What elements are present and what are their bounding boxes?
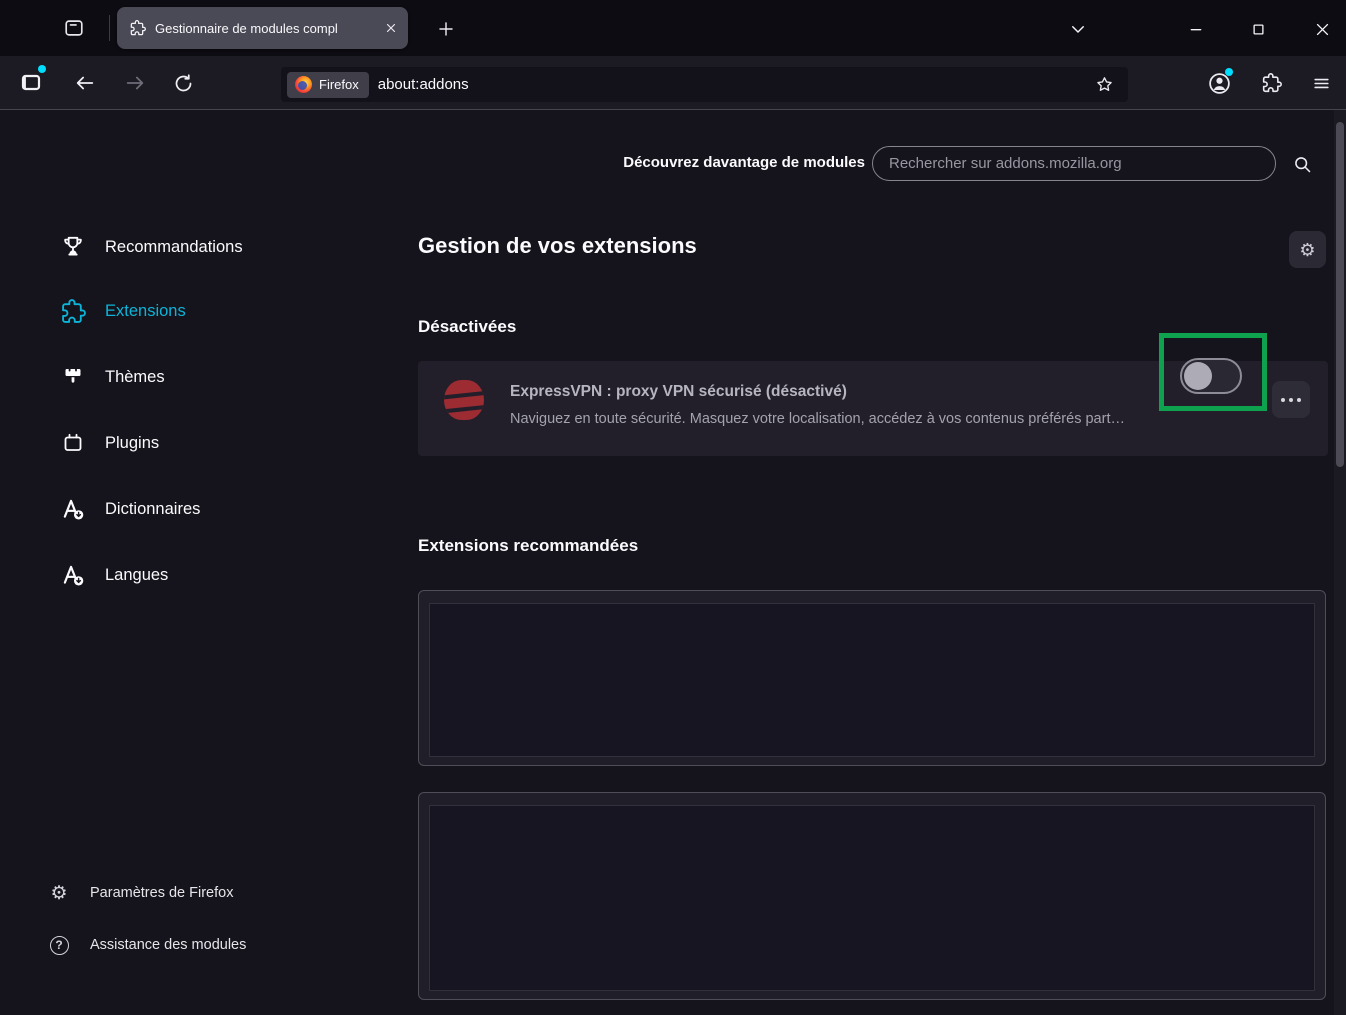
sidebar-item-label: Plugins bbox=[105, 434, 159, 453]
bookmark-star-icon[interactable] bbox=[1095, 75, 1114, 94]
sidebar-item-addons-support[interactable]: ? Assistance des modules bbox=[48, 931, 388, 959]
tools-for-all-addons-button[interactable]: ⚙ bbox=[1289, 231, 1326, 268]
url-bar[interactable]: Firefox about:addons bbox=[281, 67, 1128, 102]
back-button[interactable] bbox=[72, 70, 98, 96]
page-title: Gestion de vos extensions bbox=[418, 233, 697, 259]
reload-button[interactable] bbox=[170, 70, 196, 96]
sidebar-item-languages[interactable]: Langues bbox=[40, 555, 390, 595]
url-text: about:addons bbox=[378, 76, 1095, 93]
discover-addons-label: Découvrez davantage de modules bbox=[500, 154, 865, 171]
sidebar-item-label: Thèmes bbox=[105, 368, 165, 387]
tab-bar: Gestionnaire de modules compl bbox=[0, 0, 1346, 56]
gear-icon: ⚙ bbox=[1299, 241, 1315, 259]
extension-description: Naviguez en toute sécurité. Masquez votr… bbox=[510, 411, 1305, 427]
minimize-button[interactable] bbox=[1184, 17, 1208, 41]
sidebar-footer-label: Assistance des modules bbox=[90, 937, 246, 953]
tab-title: Gestionnaire de modules compl bbox=[155, 21, 378, 36]
account-notification-dot bbox=[1225, 68, 1233, 76]
close-window-button[interactable] bbox=[1310, 17, 1334, 41]
scrollbar-thumb[interactable] bbox=[1336, 122, 1344, 467]
puzzle-icon bbox=[130, 20, 146, 36]
list-all-tabs-icon[interactable] bbox=[1066, 17, 1090, 41]
firefox-logo-icon bbox=[295, 76, 312, 93]
recommended-addon-placeholder-2 bbox=[418, 792, 1326, 1000]
disabled-section-header: Désactivées bbox=[418, 317, 516, 337]
sidebar-item-label: Recommandations bbox=[105, 238, 243, 257]
more-options-button[interactable] bbox=[1272, 381, 1310, 418]
sidebar-item-themes[interactable]: Thèmes bbox=[40, 357, 390, 397]
search-engine-label: Firefox bbox=[319, 77, 359, 92]
profile-notification-dot bbox=[38, 65, 46, 73]
recommended-addon-placeholder-1 bbox=[418, 590, 1326, 766]
sidebar-item-firefox-settings[interactable]: ⚙ Paramètres de Firefox bbox=[48, 879, 388, 907]
annotation-highlight-rectangle bbox=[1159, 333, 1267, 411]
language-icon bbox=[58, 560, 88, 590]
paintbrush-icon bbox=[58, 362, 88, 392]
search-engine-chip[interactable]: Firefox bbox=[287, 72, 369, 98]
dictionary-icon bbox=[58, 494, 88, 524]
sidebar-item-recommendations[interactable]: Recommandations bbox=[40, 227, 390, 267]
new-tab-button[interactable] bbox=[434, 17, 458, 41]
addons-search-input[interactable] bbox=[872, 146, 1276, 181]
sidebar-item-label: Extensions bbox=[105, 302, 186, 321]
firefox-view-icon[interactable] bbox=[62, 16, 86, 40]
forward-button[interactable] bbox=[122, 70, 148, 96]
sidebar-item-label: Dictionnaires bbox=[105, 500, 200, 519]
trophy-icon bbox=[58, 232, 88, 262]
active-tab[interactable]: Gestionnaire de modules compl bbox=[117, 7, 408, 49]
plug-icon bbox=[58, 428, 88, 458]
browser-window: Gestionnaire de modules compl bbox=[0, 0, 1346, 1015]
menu-hamburger-icon[interactable] bbox=[1308, 70, 1334, 96]
sidebar-item-plugins[interactable]: Plugins bbox=[40, 423, 390, 463]
help-icon: ? bbox=[48, 934, 70, 956]
profile-icon[interactable] bbox=[16, 67, 46, 97]
sidebar-item-dictionaries[interactable]: Dictionnaires bbox=[40, 489, 390, 529]
search-icon[interactable] bbox=[1290, 152, 1314, 176]
addons-manager-page: Découvrez davantage de modules Recomma bbox=[0, 110, 1346, 1015]
sidebar-footer-label: Paramètres de Firefox bbox=[90, 885, 233, 901]
tab-close-icon[interactable] bbox=[384, 21, 398, 35]
sidebar-item-extensions[interactable]: Extensions bbox=[40, 291, 390, 331]
sidebar-item-label: Langues bbox=[105, 566, 168, 585]
expressvpn-logo-icon bbox=[444, 380, 484, 420]
extensions-toolbar-icon[interactable] bbox=[1259, 70, 1285, 96]
recommended-section-header: Extensions recommandées bbox=[418, 536, 638, 556]
extension-name[interactable]: ExpressVPN : proxy VPN sécurisé (désacti… bbox=[510, 383, 847, 401]
gear-icon: ⚙ bbox=[48, 882, 70, 904]
navigation-toolbar: Firefox about:addons bbox=[0, 56, 1346, 110]
tab-separator bbox=[109, 15, 110, 41]
puzzle-icon bbox=[58, 296, 88, 326]
maximize-button[interactable] bbox=[1246, 17, 1270, 41]
account-icon[interactable] bbox=[1205, 69, 1233, 97]
